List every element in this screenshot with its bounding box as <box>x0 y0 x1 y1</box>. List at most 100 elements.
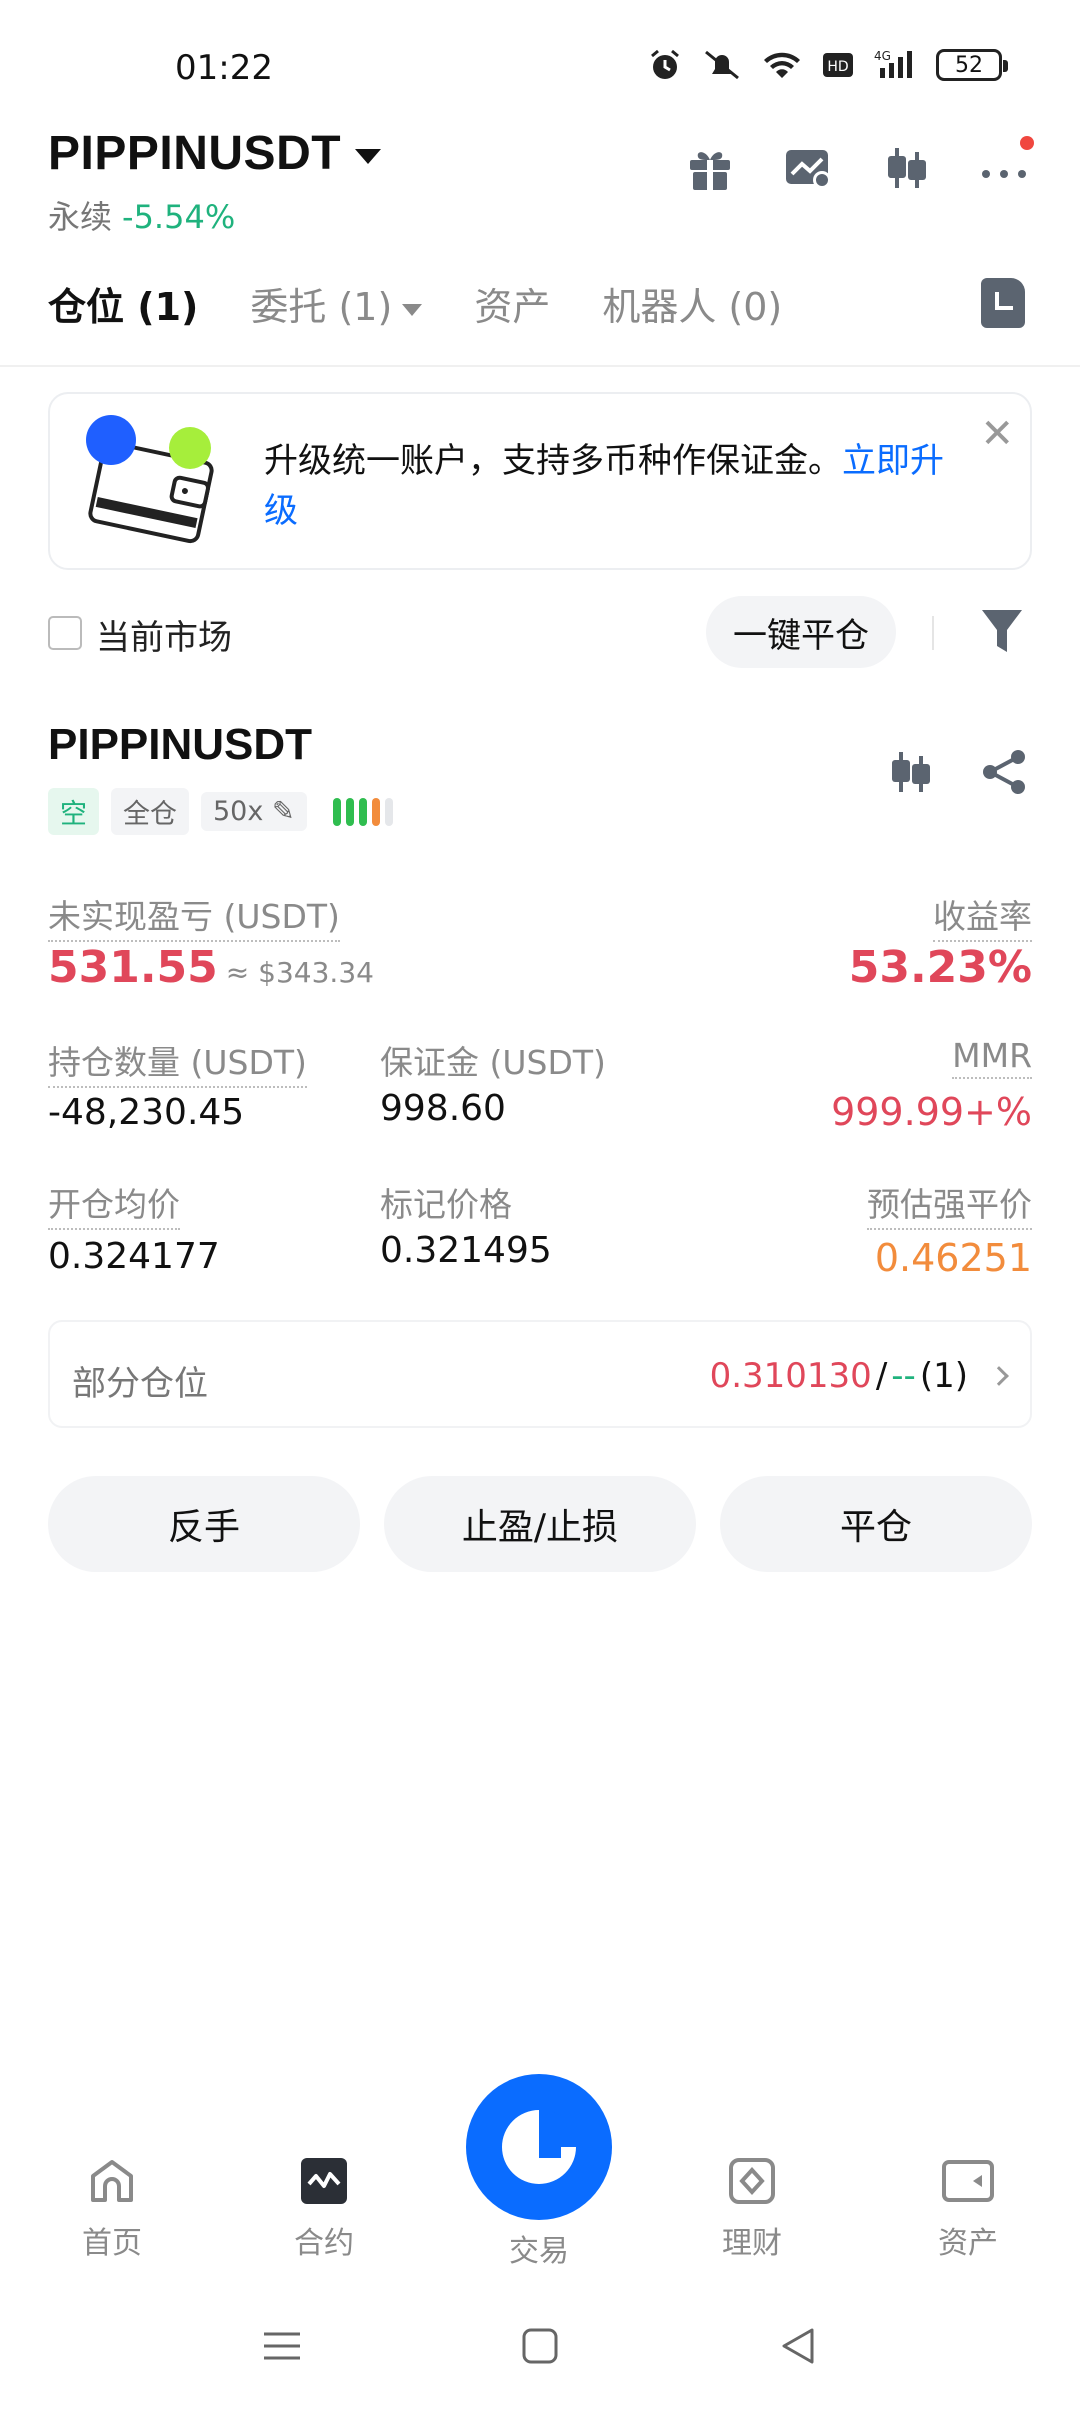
margin-label: 保证金 (USDT) <box>380 1036 606 1084</box>
mmr-value: 999.99+% <box>831 1090 1032 1134</box>
position-tags: 空 全仓 50x ✎ <box>48 788 393 835</box>
filter-icon[interactable] <box>980 606 1024 656</box>
separator <box>932 616 934 650</box>
roe-value: 53.23% <box>848 942 1032 993</box>
alarm-icon <box>651 49 679 79</box>
tab-bar: 仓位 (1) 委托 (1) 资产 机器人 (0) <box>48 276 782 331</box>
risk-bar <box>332 797 341 826</box>
tab-bots[interactable]: 机器人 (0) <box>602 276 782 331</box>
partial-tp-price: 0.310130 <box>709 1356 872 1396</box>
chart-button[interactable] <box>784 144 832 192</box>
liq-price-value: 0.46251 <box>874 1236 1032 1280</box>
tab-orders-label: 委托 (1) <box>250 285 393 329</box>
close-all-button[interactable]: 一键平仓 <box>706 596 896 668</box>
caret-down-icon <box>355 148 382 164</box>
tab-orders[interactable]: 委托 (1) <box>250 276 423 331</box>
chart-icon <box>786 150 831 189</box>
battery-icon: 52 <box>936 49 1008 81</box>
size-label[interactable]: 持仓数量 (USDT) <box>48 1036 307 1088</box>
close-icon[interactable]: ✕ <box>980 414 1014 454</box>
price-change: -5.54% <box>122 198 236 236</box>
tab-positions[interactable]: 仓位 (1) <box>48 276 198 331</box>
liq-price-label-text: 预估强平价 <box>867 1178 1032 1230</box>
side-tag: 空 <box>48 788 99 835</box>
partial-sl-price: -- <box>891 1356 916 1396</box>
mark-price-label: 标记价格 <box>380 1178 512 1226</box>
entry-price-value: 0.324177 <box>48 1236 220 1277</box>
hd-icon: HD <box>823 53 853 77</box>
trade-icon <box>502 2110 576 2184</box>
contract-info: 永续 -5.54% <box>48 192 235 238</box>
mark-price-value: 0.321495 <box>380 1230 552 1271</box>
nav-earn[interactable]: 理财 <box>682 2156 822 2262</box>
nav-assets-label: 资产 <box>938 2226 998 2261</box>
nav-trade-button[interactable] <box>466 2074 612 2220</box>
history-icon[interactable] <box>981 278 1025 328</box>
earn-icon <box>729 2158 775 2204</box>
tpsl-button[interactable]: 止盈/止损 <box>384 1476 696 1572</box>
candlestick-button[interactable] <box>882 144 930 192</box>
caret-down-icon <box>402 303 423 316</box>
mmr-label[interactable]: MMR <box>952 1036 1032 1079</box>
nav-futures-label: 合约 <box>294 2226 354 2261</box>
mute-icon <box>705 50 739 80</box>
menu-icon[interactable] <box>262 2326 302 2366</box>
reverse-button[interactable]: 反手 <box>48 1476 360 1572</box>
liq-price-label[interactable]: 预估强平价 <box>867 1178 1032 1230</box>
wallet-icon <box>942 2160 994 2202</box>
more-icon <box>982 170 1026 178</box>
status-icons: HD 4G 52 <box>648 48 1008 82</box>
nav-trade-label: 交易 <box>509 2234 569 2269</box>
gift-icon <box>690 152 730 190</box>
current-market-label: 当前市场 <box>96 618 232 658</box>
size-label-text: 持仓数量 (USDT) <box>48 1036 307 1088</box>
mmr-label-text: MMR <box>952 1036 1032 1079</box>
nav-futures[interactable]: 合约 <box>254 2156 394 2262</box>
chevron-right-icon <box>989 1366 1009 1386</box>
current-market-checkbox[interactable] <box>48 616 82 650</box>
banner-message: 升级统一账户，支持多币种作保证金。立即升级 <box>264 436 964 536</box>
symbol-name: PIPPINUSDT <box>48 127 342 180</box>
futures-icon <box>301 2158 347 2204</box>
signal-4g-icon: 4G <box>874 49 912 78</box>
battery-level: 52 <box>955 52 983 78</box>
banner-text: 升级统一账户，支持多币种作保证金。 <box>264 441 842 481</box>
position-symbol: PIPPINUSDT <box>48 720 313 769</box>
size-value: -48,230.45 <box>48 1092 245 1133</box>
home-square-icon[interactable] <box>520 2326 560 2366</box>
nav-home[interactable]: 首页 <box>42 2156 182 2262</box>
back-icon[interactable] <box>778 2326 818 2366</box>
divider <box>0 365 1080 367</box>
header-actions <box>686 136 1034 192</box>
contract-type: 永续 <box>48 198 113 236</box>
risk-bar <box>371 797 380 826</box>
risk-bar <box>358 797 367 826</box>
nav-assets[interactable]: 资产 <box>898 2156 1038 2262</box>
mark-price-label-text: 标记价格 <box>380 1185 512 1224</box>
candlestick-icon[interactable] <box>886 748 934 796</box>
share-icon[interactable] <box>980 748 1028 796</box>
unrealized-pnl-value: 531.55 <box>48 942 218 993</box>
close-position-button[interactable]: 平仓 <box>720 1476 1032 1572</box>
roe-label-text: 收益率 <box>933 890 1032 942</box>
roe-label[interactable]: 收益率 <box>933 890 1032 942</box>
more-button[interactable] <box>980 136 1034 192</box>
tab-assets[interactable]: 资产 <box>474 276 550 331</box>
entry-price-label[interactable]: 开仓均价 <box>48 1178 180 1230</box>
notification-dot <box>1020 136 1034 150</box>
leverage-tag[interactable]: 50x ✎ <box>201 792 307 831</box>
position-actions <box>886 748 1028 796</box>
unrealized-pnl-label[interactable]: 未实现盈亏 (USDT) <box>48 890 340 942</box>
risk-bar <box>345 797 354 826</box>
edit-icon: ✎ <box>271 796 295 827</box>
leverage-value: 50x <box>213 796 264 827</box>
wallet-illustration <box>86 415 214 544</box>
margin-value: 998.60 <box>380 1088 506 1129</box>
margin-mode-tag[interactable]: 全仓 <box>111 788 189 835</box>
symbol-selector[interactable]: PIPPINUSDT <box>48 126 382 181</box>
risk-level-indicator <box>332 797 393 826</box>
gift-button[interactable] <box>686 144 734 192</box>
unrealized-pnl-usd: ≈ $343.34 <box>225 956 374 989</box>
wifi-icon <box>764 52 800 78</box>
unrealized-pnl: 531.55 ≈ $343.34 <box>48 942 374 993</box>
